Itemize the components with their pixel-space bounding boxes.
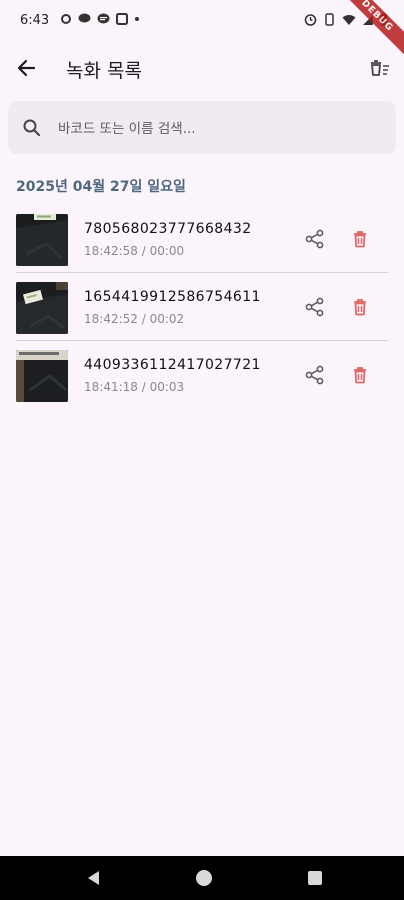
date-header: 2025년 04월 27일 일요일 [16,179,186,195]
list-item[interactable]: 1654419912586754611 18:42:52 / 00:02 [0,273,404,341]
video-thumbnail [16,350,68,402]
search-input[interactable] [56,114,380,144]
nav-recents-icon[interactable] [308,871,322,885]
message-icon [97,13,110,24]
delete-sweep-icon [371,60,389,76]
recording-list: 780568023777668432 18:42:58 / 00:00 1654… [0,205,404,409]
trash-icon [354,299,366,316]
share-button[interactable] [305,297,325,317]
barcode-text: 1654419912586754611 [84,289,261,305]
recording-time: 18:41:18 / 00:03 [84,380,185,394]
delete-button[interactable] [350,229,370,249]
delete-all-button[interactable] [368,56,392,80]
recording-time: 18:42:58 / 00:00 [84,244,185,258]
share-button[interactable] [305,229,325,249]
list-item[interactable]: 4409336112417027721 18:41:18 / 00:03 [0,341,404,409]
recording-time: 18:42:52 / 00:02 [84,312,185,326]
settings-icon [61,14,71,24]
status-time: 6:43 [20,13,50,28]
list-item[interactable]: 780568023777668432 18:42:58 / 00:00 [0,205,404,273]
trash-icon [354,367,366,384]
page-title: 녹화 목록 [66,60,142,82]
app-bar: 녹화 목록 [0,44,404,92]
status-left-icons [60,13,140,25]
share-icon [305,229,324,249]
search-icon [23,119,41,137]
vibrate-icon [325,13,334,26]
nav-home-icon[interactable] [196,870,212,886]
search-bar [8,101,396,154]
video-thumbnail [16,214,68,266]
delete-button[interactable] [350,365,370,385]
dot-icon [135,17,139,21]
share-button[interactable] [305,365,325,385]
nav-back-icon[interactable] [86,870,100,886]
back-button[interactable] [14,56,40,80]
barcode-text: 4409336112417027721 [84,357,261,373]
trash-icon [354,231,366,248]
status-bar: 6:43 DEBUG [0,0,404,61]
delete-button[interactable] [350,297,370,317]
chat-bubble-icon [78,13,91,23]
screenshot-icon [116,13,128,25]
share-icon [305,365,324,385]
share-icon [305,297,324,317]
video-thumbnail [16,282,68,334]
system-nav-bar [0,856,404,900]
alarm-icon [304,14,317,26]
wifi-icon [342,14,356,25]
arrow-back-icon [17,59,36,77]
barcode-text: 780568023777668432 [84,221,252,237]
